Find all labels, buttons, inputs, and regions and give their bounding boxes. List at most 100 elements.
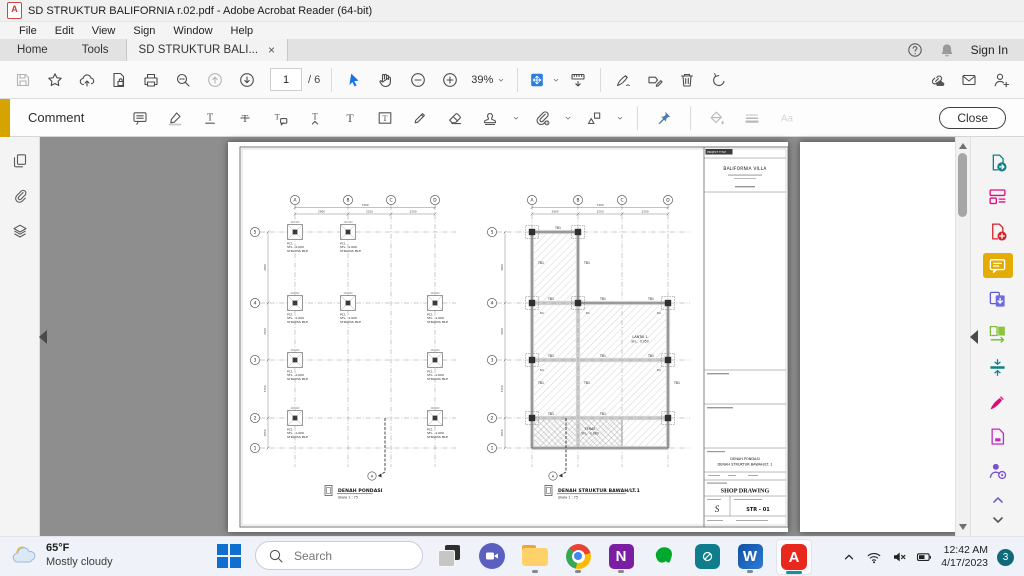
scrollbar-thumb[interactable]	[958, 153, 967, 217]
tab-close-icon[interactable]: ×	[268, 43, 275, 57]
onenote-button[interactable]: N	[604, 539, 638, 573]
create-pdf-icon[interactable]	[983, 218, 1013, 243]
text-box-icon[interactable]: T	[371, 104, 399, 132]
notification-count-badge[interactable]: 3	[997, 549, 1014, 566]
zoom-level-dropdown[interactable]: 39%	[467, 74, 510, 86]
tab-home[interactable]: Home	[0, 39, 65, 61]
save-icon[interactable]	[8, 66, 38, 94]
chrome-button[interactable]	[561, 539, 595, 573]
close-comment-button[interactable]: Close	[939, 107, 1006, 129]
edit-pdf-icon[interactable]	[983, 184, 1013, 209]
comment-tool-icon[interactable]	[983, 253, 1013, 278]
page-display-icon[interactable]	[525, 66, 549, 94]
task-view-button[interactable]	[432, 539, 466, 573]
battery-icon[interactable]	[916, 549, 932, 565]
word-button[interactable]: W	[733, 539, 767, 573]
evernote-button[interactable]	[647, 539, 681, 573]
clock[interactable]: 12:42 AM 4/17/2023	[941, 544, 988, 570]
zoom-out-icon[interactable]	[403, 66, 433, 94]
insert-text-icon[interactable]: T	[301, 104, 329, 132]
share-with-people-icon[interactable]	[986, 66, 1016, 94]
weather-widget[interactable]: 65°F Mostly cloudy	[12, 541, 113, 569]
attach-file-icon[interactable]	[528, 104, 556, 132]
highlight-text-icon[interactable]	[161, 104, 189, 132]
star-favorite-icon[interactable]	[40, 66, 70, 94]
page-number-input[interactable]	[270, 68, 302, 91]
prepare-form-icon[interactable]	[983, 424, 1013, 449]
file-explorer-button[interactable]	[518, 539, 552, 573]
stamp-icon[interactable]	[476, 104, 504, 132]
add-text-icon[interactable]: T	[336, 104, 364, 132]
tab-tools[interactable]: Tools	[65, 39, 126, 61]
menu-help[interactable]: Help	[222, 25, 263, 37]
notifications-bell-icon[interactable]	[939, 42, 955, 58]
help-icon[interactable]	[907, 42, 923, 58]
print-icon[interactable]	[136, 66, 166, 94]
keep-tool-pin-icon[interactable]	[650, 104, 678, 132]
chevron-down-icon[interactable]	[511, 113, 521, 123]
menu-sign[interactable]: Sign	[124, 25, 164, 37]
hand-tool-icon[interactable]	[371, 66, 401, 94]
acrobat-button[interactable]: A	[776, 539, 812, 575]
delete-icon[interactable]	[672, 66, 702, 94]
wifi-icon[interactable]	[866, 549, 882, 565]
rail-scroll-up-icon[interactable]	[990, 492, 1006, 508]
chevron-down-icon[interactable]	[551, 75, 561, 85]
export-pdf-icon[interactable]	[983, 150, 1013, 175]
fill-sign-tool-icon[interactable]	[983, 389, 1013, 414]
start-button[interactable]	[212, 539, 246, 573]
eraser-icon[interactable]	[441, 104, 469, 132]
sign-in-button[interactable]: Sign In	[971, 43, 1008, 57]
replace-text-icon[interactable]: T	[266, 104, 294, 132]
tray-chevron-up-icon[interactable]	[841, 549, 857, 565]
text-style-icon[interactable]: Aa	[773, 104, 801, 132]
vertical-scrollbar[interactable]	[955, 137, 970, 536]
menu-window[interactable]: Window	[164, 25, 221, 37]
menu-file[interactable]: File	[10, 25, 46, 37]
menu-edit[interactable]: Edit	[46, 25, 83, 37]
combine-files-icon[interactable]	[983, 287, 1013, 312]
compress-pdf-icon[interactable]	[983, 355, 1013, 380]
teal-app-button[interactable]	[690, 539, 724, 573]
taskbar-search[interactable]	[255, 541, 423, 570]
layers-icon[interactable]	[12, 223, 28, 239]
draw-pencil-icon[interactable]	[406, 104, 434, 132]
pdf-page-2[interactable]	[800, 142, 960, 532]
page-thumbnails-icon[interactable]	[12, 153, 28, 169]
rotate-icon[interactable]	[704, 66, 734, 94]
organize-pages-icon[interactable]	[983, 321, 1013, 346]
fill-and-sign-icon[interactable]	[640, 66, 670, 94]
menu-view[interactable]: View	[83, 25, 125, 37]
chevron-down-icon[interactable]	[615, 113, 625, 123]
request-signatures-icon[interactable]	[983, 458, 1013, 483]
underline-text-icon[interactable]: T	[196, 104, 224, 132]
fill-color-icon[interactable]	[703, 104, 731, 132]
line-thickness-icon[interactable]	[738, 104, 766, 132]
zoom-in-icon[interactable]	[435, 66, 465, 94]
drawing-shapes-icon[interactable]	[580, 104, 608, 132]
sign-pen-icon[interactable]	[608, 66, 638, 94]
strikethrough-text-icon[interactable]: T	[231, 104, 259, 132]
email-icon[interactable]	[954, 66, 984, 94]
volume-muted-icon[interactable]	[891, 549, 907, 565]
scroll-down-arrow[interactable]	[959, 524, 967, 530]
upload-cloud-icon[interactable]	[72, 66, 102, 94]
attachments-icon[interactable]	[12, 188, 28, 204]
tab-document[interactable]: SD STRUKTUR BALI... ×	[126, 39, 289, 61]
sticky-note-icon[interactable]	[126, 104, 154, 132]
next-page-icon[interactable]	[232, 66, 262, 94]
protect-file-icon[interactable]	[104, 66, 134, 94]
search-input[interactable]	[292, 548, 406, 564]
share-link-icon[interactable]	[922, 66, 952, 94]
find-icon[interactable]	[168, 66, 198, 94]
expand-right-panel-arrow[interactable]	[970, 330, 978, 344]
teams-chat-button[interactable]	[475, 539, 509, 573]
chevron-down-icon[interactable]	[563, 113, 573, 123]
rail-scroll-down-icon[interactable]	[990, 512, 1006, 528]
pdf-page-1[interactable]: ABCD543217400290022502250390031003150165…	[228, 142, 788, 532]
select-tool-icon[interactable]	[339, 66, 369, 94]
collapse-left-panel-arrow[interactable]	[39, 330, 47, 344]
previous-page-icon[interactable]	[200, 66, 230, 94]
scroll-up-arrow[interactable]	[959, 143, 967, 149]
measure-tool-icon[interactable]	[563, 66, 593, 94]
